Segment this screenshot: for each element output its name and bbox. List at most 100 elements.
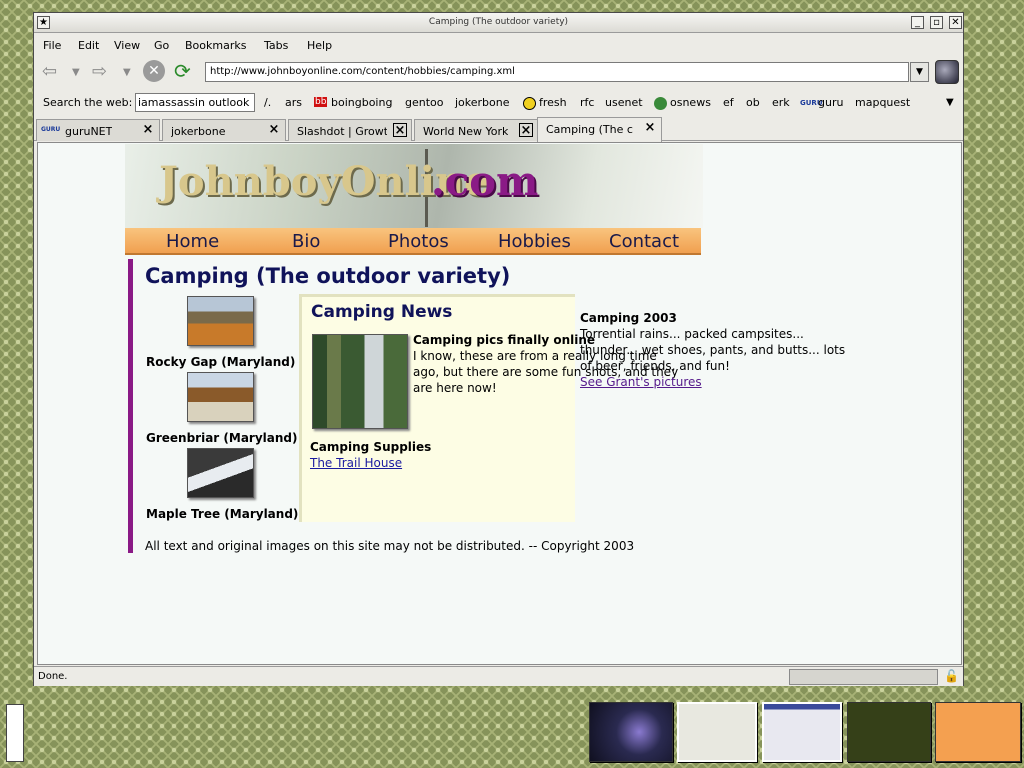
maple-tree-photo[interactable] bbox=[187, 448, 254, 498]
back-button[interactable]: ⇦ bbox=[42, 61, 57, 82]
forward-history-dropdown[interactable]: ▼ bbox=[123, 67, 131, 78]
rocky-gap-photo[interactable] bbox=[187, 296, 254, 346]
minimize-button[interactable]: _ bbox=[911, 16, 924, 29]
side-title: Camping 2003 bbox=[580, 311, 677, 325]
boingboing-icon: bb bbox=[314, 97, 328, 107]
browser-window: ★ Camping (The outdoor variety) _ ▫ ✕ Fi… bbox=[33, 12, 964, 686]
throbber-icon[interactable] bbox=[935, 60, 959, 84]
search-input[interactable]: iamassassin outlook bbox=[135, 93, 255, 112]
bookmark-rfc[interactable]: rfc bbox=[580, 96, 594, 109]
forward-button[interactable]: ⇨ bbox=[92, 61, 107, 82]
menu-help[interactable]: Help bbox=[307, 39, 332, 52]
bookmark-ars[interactable]: ars bbox=[285, 96, 302, 109]
pager-desktop-3[interactable] bbox=[762, 702, 842, 762]
menu-bar: File Edit View Go Bookmarks Tabs Help bbox=[34, 35, 963, 55]
site-banner: JohnboyOnline .com bbox=[125, 144, 703, 228]
search-label: Search the web: bbox=[43, 96, 133, 109]
bookmark-fresh[interactable]: fresh bbox=[539, 96, 567, 109]
desktop-clock-applet[interactable] bbox=[6, 704, 24, 762]
tab-label: Slashdot | Growt bbox=[297, 125, 387, 138]
pager-desktop-2[interactable] bbox=[677, 702, 757, 762]
bookmark-ef[interactable]: ef bbox=[723, 96, 734, 109]
menu-bookmarks[interactable]: Bookmarks bbox=[185, 39, 246, 52]
navigation-toolbar: ⇦ ▼ ⇨ ▼ ✕ ⟳ http://www.johnboyonline.com… bbox=[34, 57, 963, 89]
page-content: JohnboyOnline .com Home Bio Photos Hobbi… bbox=[37, 142, 962, 665]
supplies-title: Camping Supplies bbox=[310, 440, 432, 454]
tab-label: jokerbone bbox=[171, 125, 226, 138]
side-text: of beer, friends, and fun! bbox=[580, 359, 730, 373]
bookmark-gentoo[interactable]: gentoo bbox=[405, 96, 444, 109]
bookmark-boingboing[interactable]: boingboing bbox=[331, 96, 392, 109]
nav-contact[interactable]: Contact bbox=[609, 231, 679, 252]
tab-world-new-york[interactable]: World New York × bbox=[414, 119, 538, 141]
freshmeat-icon bbox=[523, 97, 536, 110]
close-tab-icon[interactable]: × bbox=[267, 123, 281, 137]
grant-pictures-link[interactable]: See Grant's pictures bbox=[580, 375, 702, 389]
news-item-title: Camping pics finally online bbox=[413, 333, 596, 347]
tab-label: Camping (The c bbox=[546, 123, 633, 136]
tab-slashdot[interactable]: Slashdot | Growt × bbox=[288, 119, 412, 141]
tab-bar: GURU guruNET × jokerbone × Slashdot | Gr… bbox=[34, 117, 963, 142]
camping-news-panel: Camping News bbox=[299, 294, 575, 522]
close-tab-icon[interactable]: × bbox=[643, 121, 657, 135]
menu-view[interactable]: View bbox=[114, 39, 140, 52]
side-text: thunder... wet shoes, pants, and butts..… bbox=[580, 343, 846, 357]
tab-camping[interactable]: Camping (The c × bbox=[537, 117, 662, 142]
progress-bar bbox=[789, 669, 938, 685]
news-item-text: are here now! bbox=[413, 381, 497, 395]
url-input[interactable]: http://www.johnboyonline.com/content/hob… bbox=[205, 62, 909, 82]
page-title: Camping (The outdoor variety) bbox=[145, 264, 511, 288]
maximize-button[interactable]: ▫ bbox=[930, 16, 943, 29]
menu-file[interactable]: File bbox=[43, 39, 61, 52]
bookmark-guru[interactable]: guru bbox=[818, 96, 843, 109]
tab-label: guruNET bbox=[65, 125, 113, 138]
menu-tabs[interactable]: Tabs bbox=[264, 39, 288, 52]
greenbriar-photo[interactable] bbox=[187, 372, 254, 422]
camping-photo[interactable] bbox=[312, 334, 408, 429]
left-accent-bar bbox=[128, 259, 133, 553]
side-text: Torrential rains... packed campsites... bbox=[580, 327, 804, 341]
status-text: Done. bbox=[38, 671, 68, 682]
bookmark-ob[interactable]: ob bbox=[746, 96, 760, 109]
menu-go[interactable]: Go bbox=[154, 39, 169, 52]
close-window-button[interactable]: ✕ bbox=[949, 16, 962, 29]
copyright-footer: All text and original images on this sit… bbox=[145, 539, 635, 553]
window-title: Camping (The outdoor variety) bbox=[428, 17, 569, 27]
trail-house-link[interactable]: The Trail House bbox=[310, 456, 402, 470]
nav-hobbies[interactable]: Hobbies bbox=[498, 231, 571, 252]
close-tab-icon[interactable]: × bbox=[393, 123, 407, 137]
status-bar: Done. 🔓 bbox=[34, 666, 963, 686]
bookmark-usenet[interactable]: usenet bbox=[605, 96, 643, 109]
nav-photos[interactable]: Photos bbox=[388, 231, 449, 252]
tab-jokerbone[interactable]: jokerbone × bbox=[162, 119, 286, 141]
news-heading: Camping News bbox=[311, 302, 453, 322]
pager-desktop-1[interactable] bbox=[589, 702, 673, 762]
site-logo-tld: .com bbox=[431, 158, 539, 205]
place-caption: Greenbriar (Maryland) bbox=[146, 431, 298, 445]
nav-home[interactable]: Home bbox=[166, 231, 219, 252]
menu-edit[interactable]: Edit bbox=[78, 39, 99, 52]
guru-tab-icon: GURU bbox=[41, 126, 61, 133]
close-tab-icon[interactable]: × bbox=[519, 123, 533, 137]
osnews-icon bbox=[654, 97, 667, 110]
pager-desktop-5[interactable] bbox=[935, 702, 1021, 762]
tab-gurunet[interactable]: GURU guruNET × bbox=[36, 119, 160, 141]
bookmarks-overflow-icon[interactable]: ▼ bbox=[946, 97, 954, 108]
nav-bio[interactable]: Bio bbox=[292, 231, 320, 252]
bookmarks-toolbar: Search the web: iamassassin outlook /. a… bbox=[34, 91, 963, 115]
back-history-dropdown[interactable]: ▼ bbox=[72, 67, 80, 78]
security-lock-icon[interactable]: 🔓 bbox=[944, 669, 959, 683]
bookmark-jokerbone[interactable]: jokerbone bbox=[455, 96, 510, 109]
url-dropdown-button[interactable]: ▼ bbox=[910, 62, 929, 82]
reload-button[interactable]: ⟳ bbox=[174, 59, 191, 83]
bookmark-mapquest[interactable]: mapquest bbox=[855, 96, 910, 109]
pager-desktop-4[interactable] bbox=[847, 702, 931, 762]
close-tab-icon[interactable]: × bbox=[141, 123, 155, 137]
bookmark-osnews[interactable]: osnews bbox=[670, 96, 711, 109]
title-bar[interactable]: ★ Camping (The outdoor variety) _ ▫ ✕ bbox=[34, 13, 963, 33]
bookmark-erk[interactable]: erk bbox=[772, 96, 790, 109]
stop-button[interactable]: ✕ bbox=[143, 60, 165, 82]
tab-label: World New York bbox=[423, 125, 509, 138]
bookmark-slashdot[interactable]: /. bbox=[264, 96, 271, 109]
place-caption: Maple Tree (Maryland) bbox=[146, 507, 299, 521]
